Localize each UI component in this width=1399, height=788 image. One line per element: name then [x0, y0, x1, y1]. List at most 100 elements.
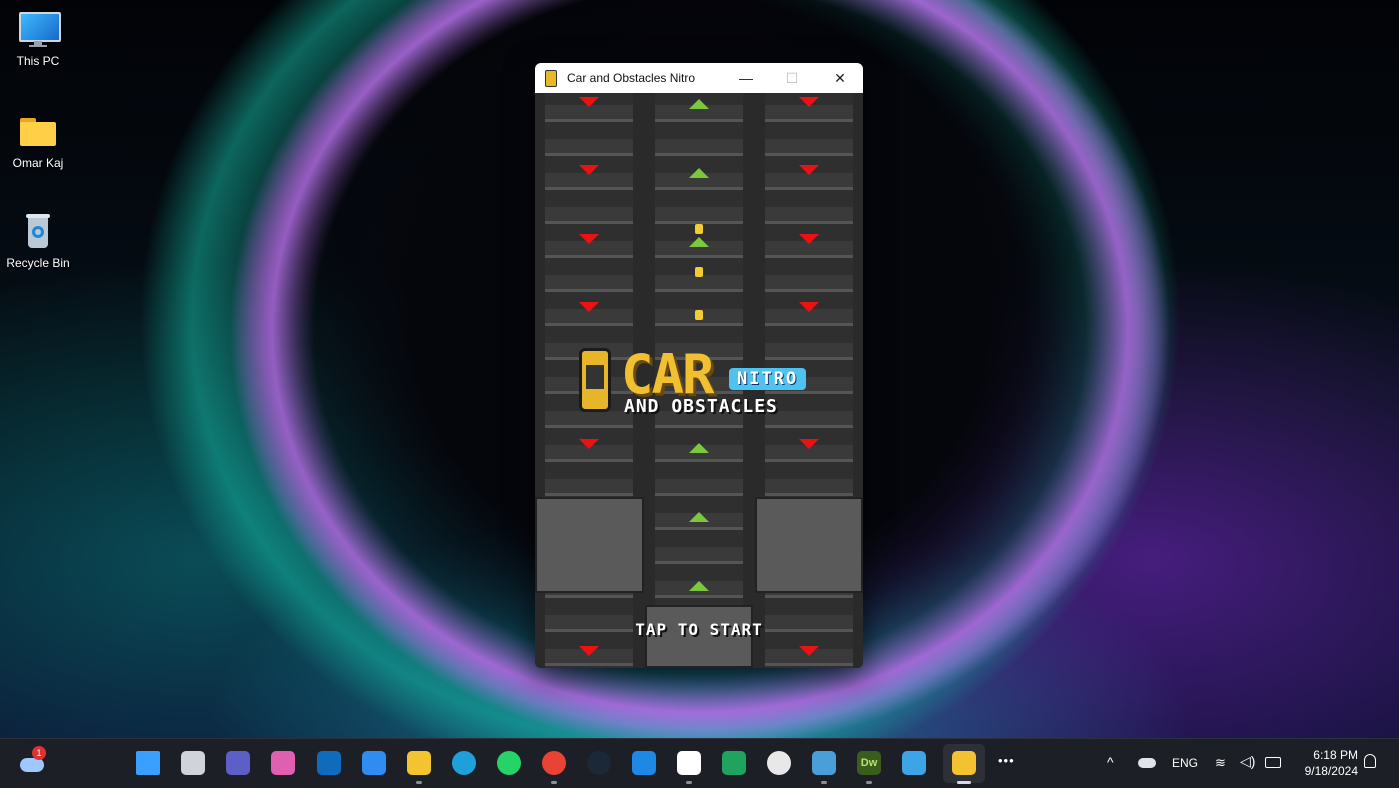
arrow-down-icon: [799, 302, 819, 312]
copilot-icon[interactable]: [271, 751, 295, 775]
wifi-icon[interactable]: ≋: [1215, 755, 1226, 771]
road-slab: [765, 119, 853, 139]
road-slab: [545, 663, 633, 668]
road-slab: [545, 119, 633, 139]
road-slab: [545, 595, 633, 615]
arrow-down-icon: [579, 97, 599, 107]
game-canvas[interactable]: CAR NITRO AND OBSTACLES TAP TO START: [535, 93, 863, 668]
road-slab: [655, 561, 743, 581]
file-explorer-icon[interactable]: [407, 751, 431, 775]
road-slab: [655, 323, 743, 343]
edge-icon[interactable]: [452, 751, 476, 775]
road-slab: [545, 459, 633, 479]
arrow-up-icon: [689, 581, 709, 591]
window-title: Car and Obstacles Nitro: [567, 71, 696, 85]
arrow-up-icon: [689, 443, 709, 453]
close-button[interactable]: ✕: [817, 63, 863, 93]
arrow-down-icon: [799, 646, 819, 656]
taskbar: 1 Dw ••• ^ ENG ≋ ◁) 6:18 PM 9/18/2024: [0, 738, 1399, 788]
steam-icon[interactable]: [587, 751, 611, 775]
logo-nitro-badge: NITRO: [729, 368, 807, 390]
obstacle-block-right: [755, 497, 863, 593]
tray-overflow-button[interactable]: ^: [1107, 754, 1114, 770]
road-slab: [765, 663, 853, 668]
road-slab: [765, 323, 853, 343]
road-slab: [655, 187, 743, 207]
road-slab: [655, 119, 743, 139]
outlook-icon[interactable]: [317, 751, 341, 775]
obstacle-block-left: [535, 497, 644, 593]
arrow-down-icon: [579, 439, 599, 449]
road-slab: [545, 323, 633, 343]
folder-icon: [18, 112, 58, 152]
logo-subtitle: AND OBSTACLES: [624, 396, 778, 417]
running-indicator: [686, 781, 692, 784]
road-slab: [765, 595, 853, 615]
clock-time: 6:18 PM: [1313, 748, 1358, 762]
notification-badge: 1: [32, 746, 46, 760]
road-slab: [545, 187, 633, 207]
running-indicator: [957, 781, 971, 784]
weather-widget[interactable]: 1: [18, 746, 48, 776]
window-titlebar[interactable]: Car and Obstacles Nitro — ☐ ✕: [535, 63, 863, 93]
arrow-up-icon: [689, 237, 709, 247]
road-slab: [765, 459, 853, 479]
game-window[interactable]: Car and Obstacles Nitro — ☐ ✕ CAR NITRO …: [535, 63, 863, 668]
running-indicator: [416, 781, 422, 784]
start-icon[interactable]: [136, 751, 160, 775]
car-app-icon: [545, 69, 557, 87]
road-slab: [655, 289, 743, 309]
maximize-button[interactable]: ☐: [769, 63, 815, 93]
task-view-icon[interactable]: [181, 751, 205, 775]
road-slab: [765, 255, 853, 275]
arrow-down-icon: [799, 97, 819, 107]
arrow-up-icon: [689, 512, 709, 522]
running-indicator: [866, 781, 872, 784]
desktop-icon-label: Recycle Bin: [6, 256, 70, 270]
desktop-icon-recycle-bin[interactable]: Recycle Bin: [0, 212, 76, 270]
monitor-icon: [18, 10, 61, 50]
road-slab: [765, 187, 853, 207]
arrow-down-icon: [579, 302, 599, 312]
road-slab: [655, 493, 743, 513]
arrow-down-icon: [579, 234, 599, 244]
road-slab: [765, 391, 853, 411]
minimize-button[interactable]: —: [723, 63, 769, 93]
clock[interactable]: 6:18 PM 9/18/2024: [1296, 747, 1358, 779]
language-indicator[interactable]: ENG: [1172, 756, 1198, 770]
app-installer-icon[interactable]: [632, 751, 656, 775]
onedrive-icon[interactable]: [1138, 758, 1156, 768]
dreamweaver-icon[interactable]: Dw: [857, 751, 881, 775]
notepad-icon[interactable]: [902, 751, 926, 775]
road-slab: [655, 527, 743, 547]
clock-date: 9/18/2024: [1304, 764, 1358, 778]
road-slab: [655, 459, 743, 479]
car-game-icon[interactable]: [952, 751, 976, 775]
coin-icon: [695, 224, 703, 234]
meet-icon[interactable]: [226, 751, 250, 775]
tap-to-start-prompt[interactable]: TAP TO START: [535, 620, 863, 639]
volume-icon[interactable]: ◁): [1240, 753, 1255, 770]
arrow-up-icon: [689, 99, 709, 109]
logo-car-icon: [579, 348, 611, 412]
todo-icon[interactable]: [362, 751, 386, 775]
coin-icon: [695, 267, 703, 277]
desktop-icon-omar-kaj[interactable]: Omar Kaj: [0, 112, 76, 170]
whatsapp-icon[interactable]: [497, 751, 521, 775]
road-slab: [545, 255, 633, 275]
obs-icon[interactable]: [767, 751, 791, 775]
arrow-down-icon: [579, 165, 599, 175]
desktop-icon-label: Omar Kaj: [12, 156, 64, 170]
media-player-icon[interactable]: [722, 751, 746, 775]
running-indicator: [821, 781, 827, 784]
more-apps-button[interactable]: •••: [998, 753, 1015, 768]
battery-icon[interactable]: [1265, 757, 1281, 768]
arrow-down-icon: [799, 165, 819, 175]
arrow-down-icon: [799, 439, 819, 449]
chrome-icon[interactable]: [542, 751, 566, 775]
bell-icon[interactable]: [1364, 754, 1376, 768]
desktop-icon-this-pc[interactable]: This PC: [0, 10, 76, 68]
store-icon[interactable]: [677, 751, 701, 775]
arrow-down-icon: [799, 234, 819, 244]
remote-desktop-icon[interactable]: [812, 751, 836, 775]
